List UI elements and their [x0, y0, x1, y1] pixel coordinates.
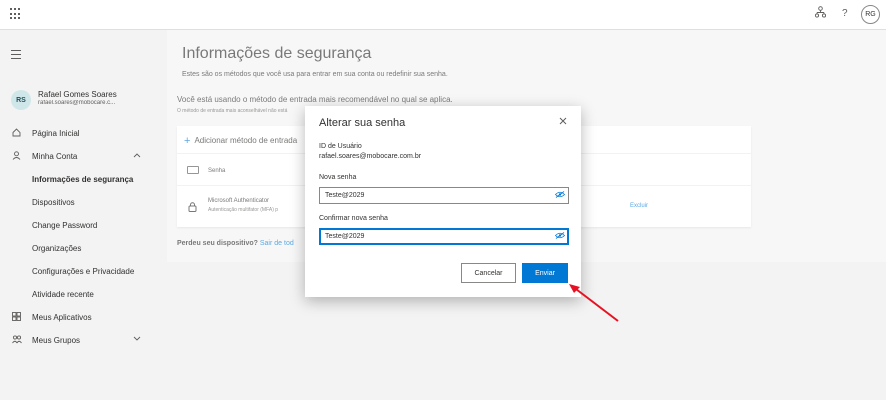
app-launcher-icon[interactable] [10, 8, 22, 20]
hamburger-menu-icon[interactable] [11, 50, 21, 62]
nav-item-my-groups[interactable]: Meus Grupos [0, 330, 167, 350]
apps-icon [12, 312, 21, 323]
cancel-button[interactable]: Cancelar [461, 263, 516, 283]
user-avatar: RS [11, 90, 31, 110]
groups-icon [12, 335, 22, 346]
chevron-up-icon [133, 151, 141, 160]
new-password-input[interactable] [319, 187, 569, 204]
help-icon[interactable]: ? [842, 8, 848, 19]
user-name: Rafael Gomes Soares [38, 90, 117, 99]
nav-item-change-password[interactable]: Change Password [0, 215, 167, 235]
org-chart-icon[interactable] [814, 6, 827, 21]
nav-item-recent-activity[interactable]: Atividade recente [0, 284, 167, 304]
sidebar: RS Rafael Gomes Soares rafael.soares@mob… [0, 30, 167, 400]
dialog-title: Alterar sua senha [319, 117, 406, 129]
new-password-label: Nova senha [319, 174, 357, 181]
chevron-down-icon [133, 335, 141, 344]
nav-item-my-account[interactable]: Minha Conta [0, 146, 167, 166]
nav-item-devices[interactable]: Dispositivos [0, 192, 167, 212]
annotation-arrow-icon [569, 284, 619, 322]
account-avatar[interactable]: RG [861, 5, 880, 24]
close-icon[interactable] [559, 117, 567, 128]
show-password-icon[interactable] [554, 191, 566, 200]
nav-item-my-apps[interactable]: Meus Aplicativos [0, 307, 167, 327]
user-id-label: ID de Usuário [319, 143, 362, 150]
top-bar: ? RG [0, 0, 886, 30]
confirm-password-input[interactable] [319, 228, 569, 245]
nav-item-security-info[interactable]: Informações de segurança [0, 169, 167, 189]
user-id-value: rafael.soares@mobocare.com.br [319, 153, 422, 160]
home-icon [12, 128, 21, 139]
person-icon [12, 151, 21, 162]
nav-item-settings-privacy[interactable]: Configurações e Privacidade [0, 261, 167, 281]
nav-item-organizations[interactable]: Organizações [0, 238, 167, 258]
user-email: rafael.soares@mobocare.c... [38, 100, 116, 106]
confirm-password-label: Confirmar nova senha [319, 215, 388, 222]
show-confirm-password-icon[interactable] [554, 232, 566, 241]
nav-item-home[interactable]: Página Inicial [0, 123, 167, 143]
change-password-dialog: Alterar sua senha ID de Usuário rafael.s… [305, 106, 581, 297]
